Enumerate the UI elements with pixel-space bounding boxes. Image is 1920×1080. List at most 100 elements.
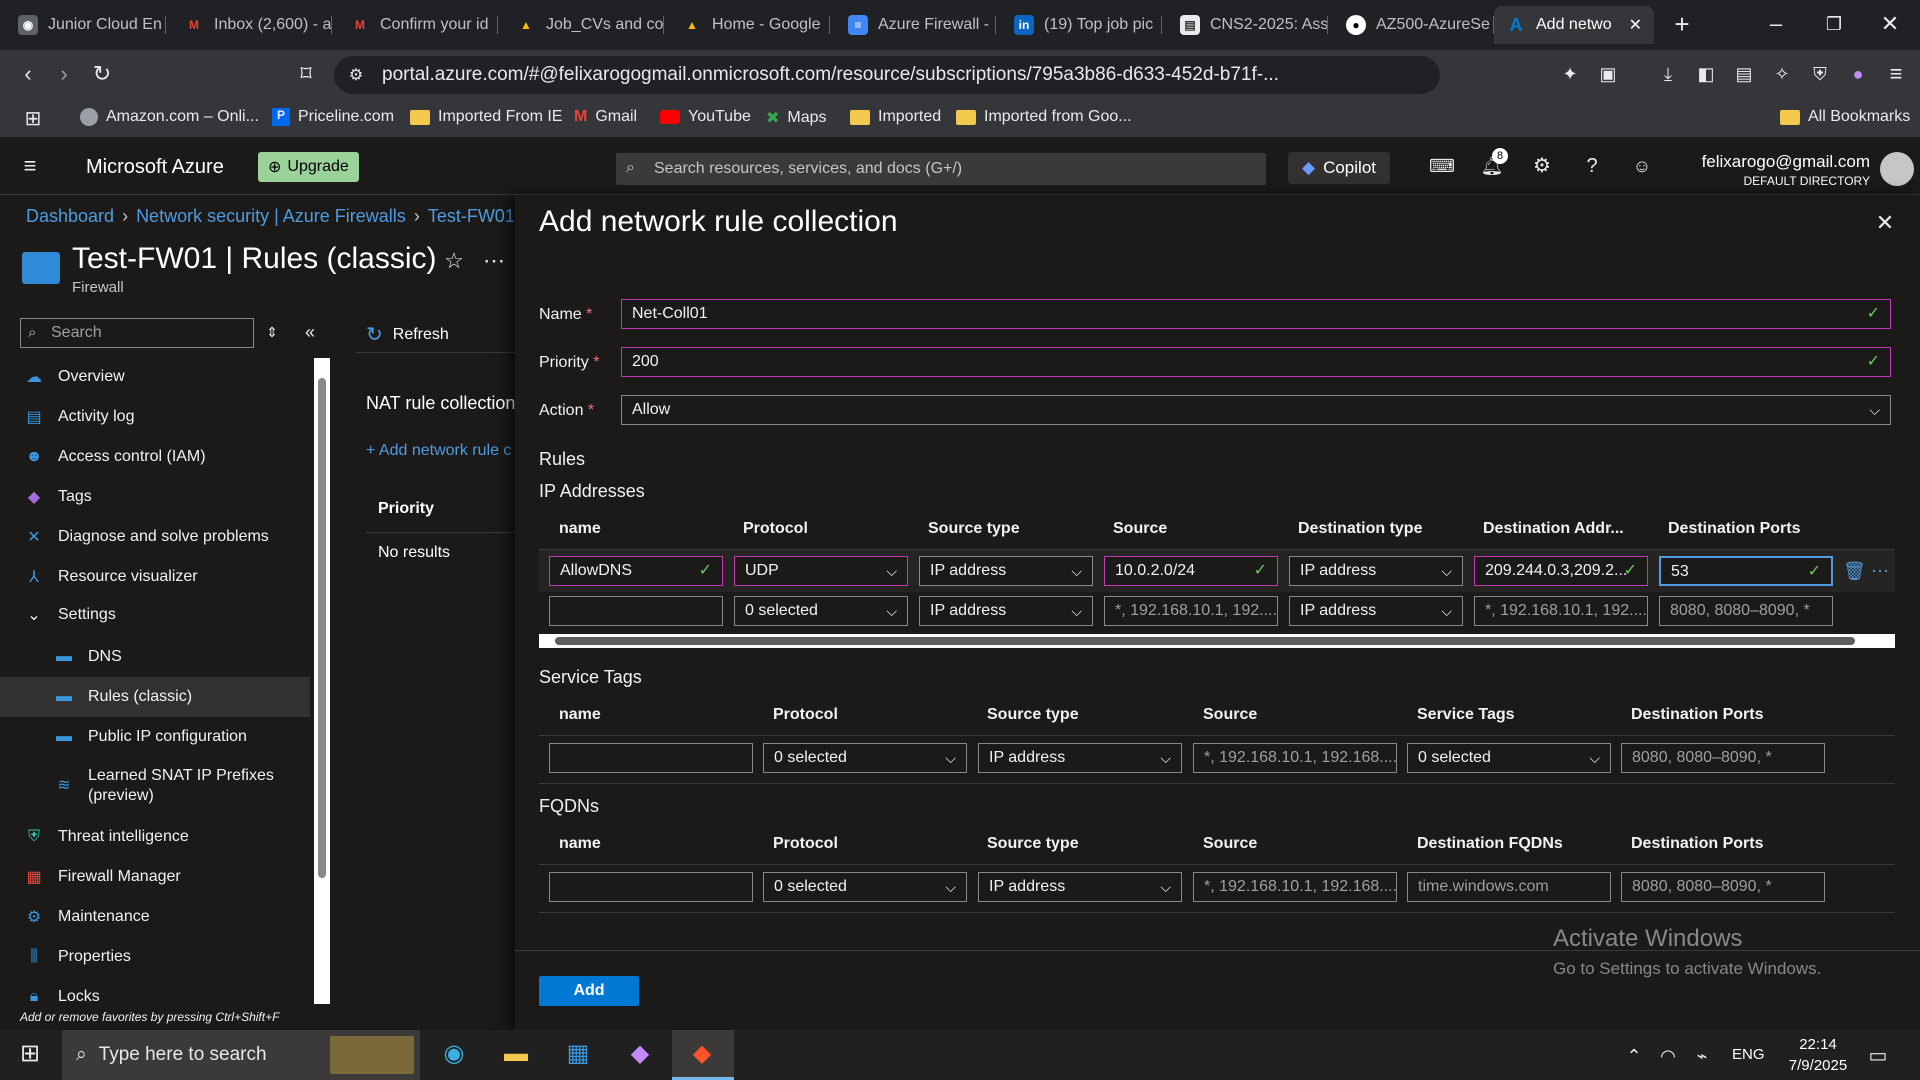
windows-start-icon[interactable]: ⊞ bbox=[14, 1040, 46, 1068]
nav-iam[interactable]: ☻ Access control (IAM) bbox=[0, 437, 310, 477]
nav-public-ip[interactable]: ▬ Public IP configuration bbox=[0, 717, 310, 757]
browser-tab[interactable]: ▲ Home - Google bbox=[670, 6, 830, 44]
leo-icon[interactable]: ✧ bbox=[1768, 60, 1796, 88]
action-dropdown[interactable]: Allow ⌵ bbox=[621, 395, 1891, 425]
clock-date[interactable]: 7/9/2025 bbox=[1778, 1057, 1858, 1074]
more-options-icon[interactable]: ⋯ bbox=[480, 247, 508, 275]
source-input[interactable]: *, 192.168.10.1, 192.... bbox=[1104, 596, 1278, 626]
nav-resource-visualizer[interactable]: ⅄ Resource visualizer bbox=[0, 557, 310, 597]
bookmark-item[interactable]: M Gmail bbox=[574, 108, 637, 126]
extensions-icon[interactable]: ✦ bbox=[1556, 60, 1584, 88]
help-icon[interactable]: ? bbox=[1578, 152, 1606, 180]
browser-tab-active[interactable]: A Add netwo ✕ bbox=[1494, 6, 1654, 44]
store-icon[interactable]: ▦ bbox=[562, 1040, 594, 1068]
wallet-icon[interactable]: ▤ bbox=[1730, 60, 1758, 88]
priority-input[interactable]: 200 ✓ bbox=[621, 347, 1891, 377]
nav-threat-intelligence[interactable]: ⛨ Threat intelligence bbox=[0, 817, 310, 857]
reader-icon[interactable]: ▣ bbox=[1594, 60, 1622, 88]
address-bar[interactable]: portal.azure.com/#@felixarogogmail.onmic… bbox=[334, 56, 1440, 94]
feedback-icon[interactable]: ☺ bbox=[1628, 152, 1656, 180]
nav-tags[interactable]: ◆ Tags bbox=[0, 477, 310, 517]
nav-maintenance[interactable]: ⚙ Maintenance bbox=[0, 897, 310, 937]
maximize-icon[interactable]: ❐ bbox=[1820, 10, 1848, 38]
sidebar-icon[interactable]: ◧ bbox=[1692, 60, 1720, 88]
destination-address-input[interactable]: *, 192.168.10.1, 192.... bbox=[1474, 596, 1648, 626]
upgrade-button[interactable]: ⊕ Upgrade bbox=[258, 152, 359, 182]
site-info-icon[interactable]: ⚙ bbox=[342, 62, 370, 90]
nav-rules-classic[interactable]: ▬ Rules (classic) bbox=[0, 677, 310, 717]
protocol-dropdown[interactable]: 0 selected ⌵ bbox=[734, 596, 908, 626]
delete-row-icon[interactable]: 🗑︎ bbox=[1843, 557, 1866, 585]
bookmark-icon[interactable]: ⌑ bbox=[292, 60, 320, 88]
nav-settings-group[interactable]: ⌄ Settings bbox=[0, 595, 310, 635]
svc-source-input[interactable]: *, 192.168.10.1, 192.168.... bbox=[1193, 743, 1397, 773]
svc-protocol-dropdown[interactable]: 0 selected ⌵ bbox=[763, 743, 967, 773]
name-input[interactable]: Net-Coll01 ✓ bbox=[621, 299, 1891, 329]
global-search-input[interactable]: Search resources, services, and docs (G+… bbox=[616, 153, 1266, 185]
browser-tab[interactable]: M Inbox (2,600) - a bbox=[172, 6, 332, 44]
back-icon[interactable]: ‹ bbox=[14, 60, 42, 88]
user-email[interactable]: felixarogo@gmail.com bbox=[1690, 152, 1870, 172]
destination-ports-input[interactable]: 8080, 8080–8090, * bbox=[1659, 596, 1833, 626]
forward-icon[interactable]: › bbox=[50, 60, 78, 88]
browser-tab[interactable]: M Confirm your id bbox=[338, 6, 498, 44]
new-tab-icon[interactable]: + bbox=[1668, 10, 1696, 38]
add-network-rule-link[interactable]: + Add network rule c bbox=[366, 442, 511, 460]
copilot-app-icon[interactable]: ◆ bbox=[624, 1040, 656, 1068]
close-icon[interactable]: ✕ bbox=[1871, 209, 1899, 237]
language-indicator[interactable]: ENG bbox=[1732, 1046, 1765, 1063]
cloud-shell-icon[interactable]: ⌨ bbox=[1428, 152, 1456, 180]
breadcrumb-test-fw01[interactable]: Test-FW01 bbox=[428, 206, 515, 227]
apps-grid-icon[interactable]: ⊞ bbox=[20, 105, 46, 133]
rule-name-input[interactable] bbox=[549, 596, 723, 626]
bookmark-folder[interactable]: Imported from Goo... bbox=[956, 108, 1132, 126]
rule-name-input[interactable]: AllowDNS ✓ bbox=[549, 556, 723, 586]
fqdn-destination-ports-input[interactable]: 8080, 8080–8090, * bbox=[1621, 872, 1825, 902]
browser-tab[interactable]: in (19) Top job pic bbox=[1002, 6, 1162, 44]
browser-tab[interactable]: ≡ Azure Firewall - bbox=[836, 6, 996, 44]
row-more-icon[interactable]: ⋯ bbox=[1869, 557, 1891, 585]
copilot-button[interactable]: ◆ Copilot bbox=[1288, 152, 1390, 184]
nav-properties[interactable]: ⫼ Properties bbox=[0, 937, 310, 977]
refresh-button[interactable]: ↻ Refresh bbox=[366, 322, 449, 347]
source-type-dropdown[interactable]: IP address ⌵ bbox=[919, 596, 1093, 626]
nav-snat-prefixes[interactable]: ≋ Learned SNAT IP Prefixes (preview) bbox=[0, 762, 310, 810]
svc-name-input[interactable] bbox=[549, 743, 753, 773]
fqdn-destination-input[interactable]: time.windows.com bbox=[1407, 872, 1611, 902]
menu-icon[interactable]: ≡ bbox=[1882, 60, 1910, 88]
bookmark-item[interactable]: Amazon.com – Onli... bbox=[80, 108, 259, 126]
nav-activity-log[interactable]: ▤ Activity log bbox=[0, 397, 310, 437]
browser-tab[interactable]: ▤ CNS2-2025: Ass bbox=[1168, 6, 1328, 44]
menu-scrollbar-thumb[interactable] bbox=[318, 378, 326, 878]
svc-source-type-dropdown[interactable]: IP address ⌵ bbox=[978, 743, 1182, 773]
nav-dns[interactable]: ▬ DNS bbox=[0, 637, 310, 677]
svc-destination-ports-input[interactable]: 8080, 8080–8090, * bbox=[1621, 743, 1825, 773]
bookmark-item[interactable]: ✖ Maps bbox=[766, 108, 827, 128]
nav-overview[interactable]: ☁ Overview bbox=[0, 357, 310, 397]
breadcrumb-network-security[interactable]: Network security | Azure Firewalls bbox=[136, 206, 406, 227]
destination-ports-input[interactable]: 53 ✓ bbox=[1659, 556, 1833, 586]
nav-diagnose[interactable]: ✕ Diagnose and solve problems bbox=[0, 517, 310, 557]
protocol-dropdown[interactable]: UDP ⌵ bbox=[734, 556, 908, 586]
browser-tab[interactable]: ◉ Junior Cloud En bbox=[6, 6, 166, 44]
tray-overflow-icon[interactable]: ⌃ bbox=[1624, 1042, 1644, 1070]
bookmark-folder[interactable]: Imported bbox=[850, 108, 941, 126]
browser-tab[interactable]: ▲ Job_CVs and co bbox=[504, 6, 664, 44]
close-tab-icon[interactable]: ✕ bbox=[1629, 15, 1642, 35]
scrollbar-thumb[interactable] bbox=[555, 637, 1855, 645]
portal-menu-icon[interactable]: ≡ bbox=[16, 152, 44, 180]
destination-address-input[interactable]: 209.244.0.3,209.2... ✓ bbox=[1474, 556, 1648, 586]
profile-icon[interactable]: ● bbox=[1844, 60, 1872, 88]
minimize-icon[interactable]: – bbox=[1762, 10, 1790, 38]
bookmark-item[interactable]: P Priceline.com bbox=[272, 108, 394, 126]
all-bookmarks[interactable]: All Bookmarks bbox=[1780, 108, 1910, 126]
fqdn-protocol-dropdown[interactable]: 0 selected ⌵ bbox=[763, 872, 967, 902]
reload-icon[interactable]: ↻ bbox=[88, 60, 116, 88]
add-button[interactable]: Add bbox=[539, 976, 639, 1006]
bookmark-item[interactable]: YouTube bbox=[660, 108, 751, 126]
svc-service-tags-dropdown[interactable]: 0 selected ⌵ bbox=[1407, 743, 1611, 773]
wifi-icon[interactable]: ◠ bbox=[1656, 1042, 1680, 1070]
power-plug-icon[interactable]: ⌁ bbox=[1690, 1042, 1714, 1070]
source-type-dropdown[interactable]: IP address ⌵ bbox=[919, 556, 1093, 586]
clock-time[interactable]: 22:14 bbox=[1778, 1036, 1858, 1053]
